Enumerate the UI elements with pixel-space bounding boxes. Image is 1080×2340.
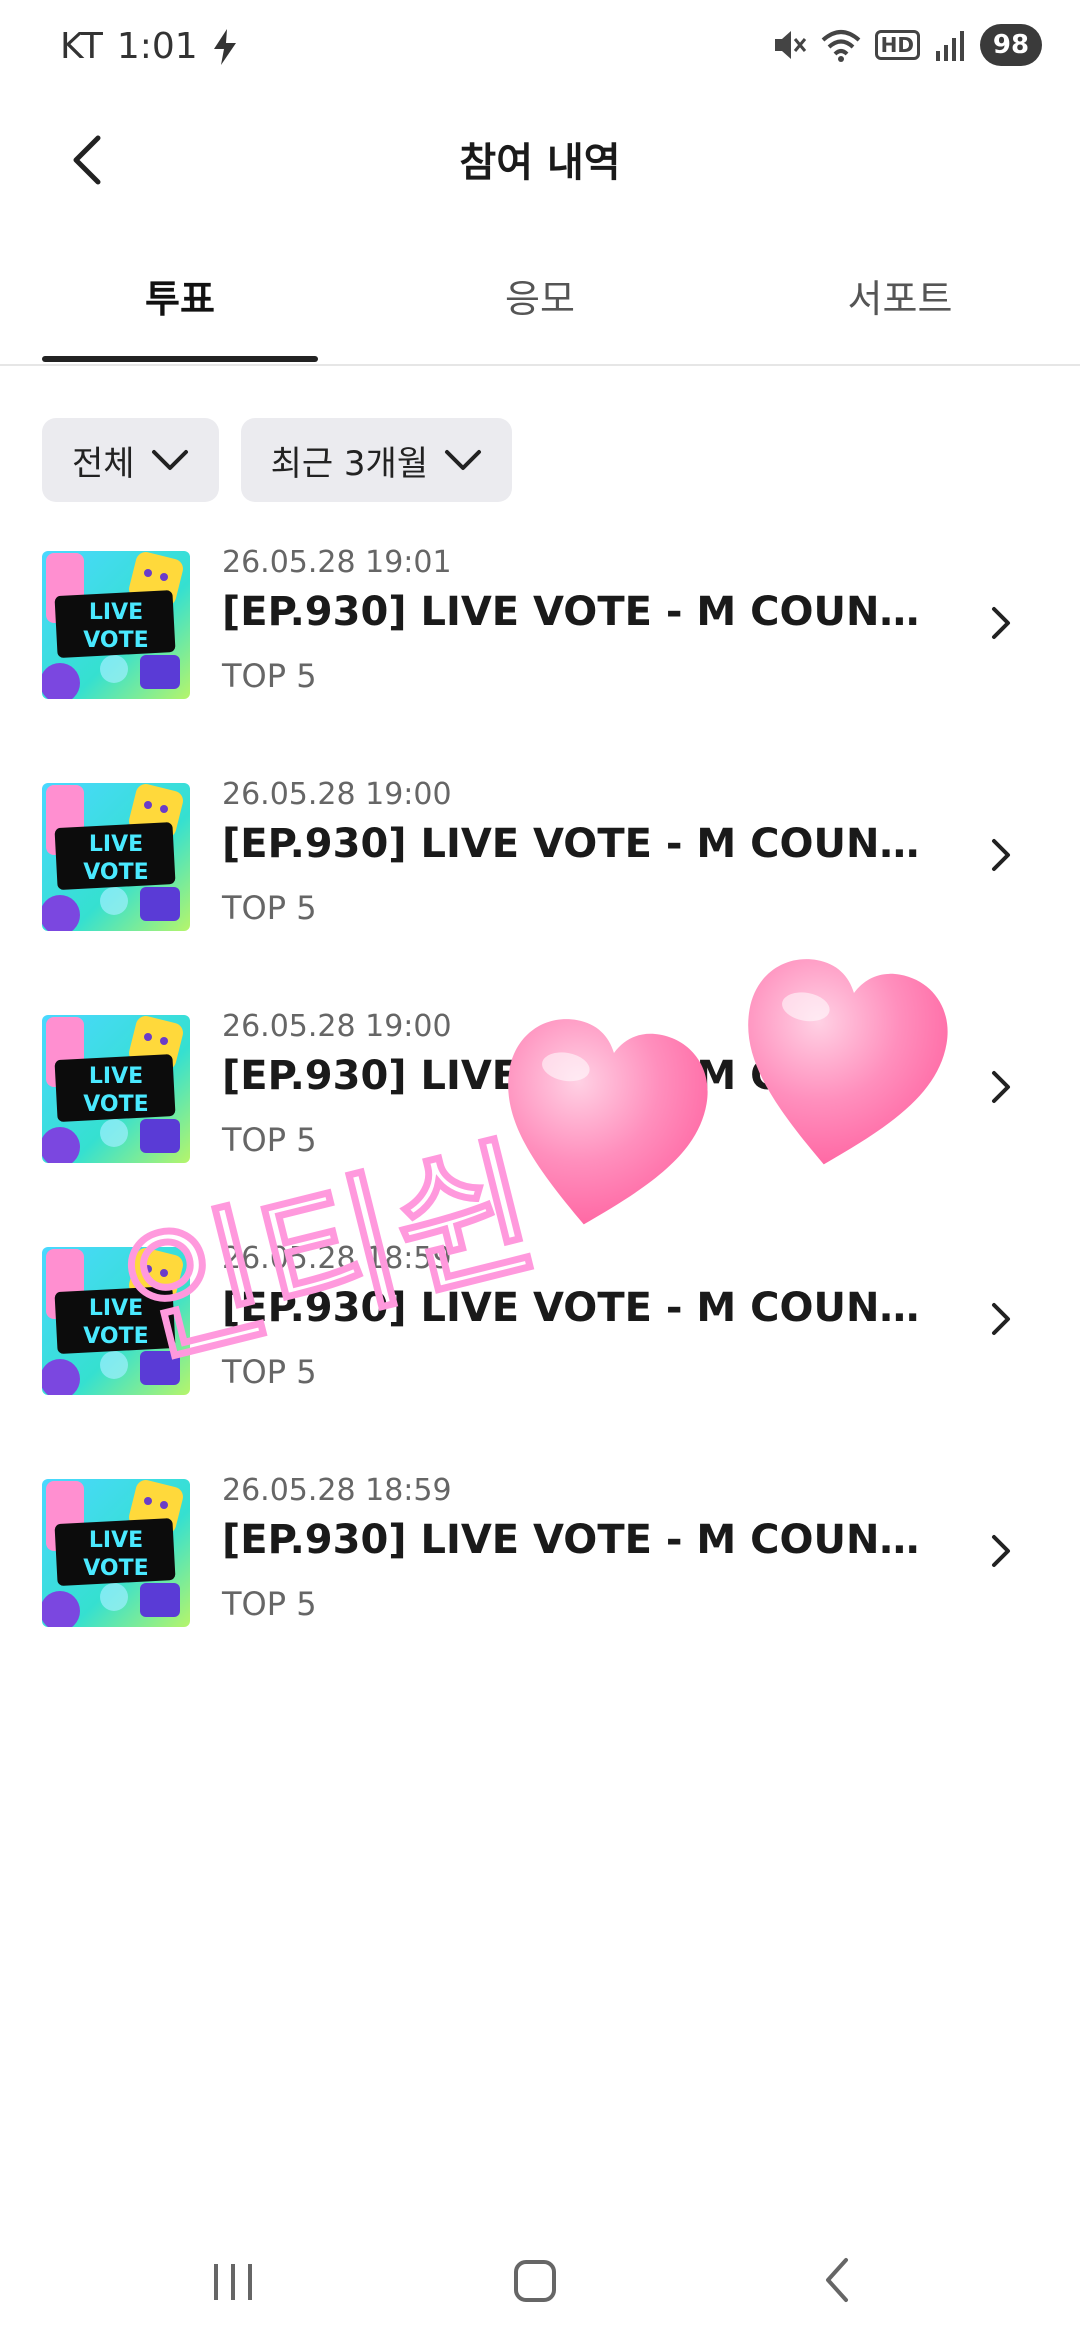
thumb-line2: VOTE bbox=[83, 860, 148, 885]
chevron-right-icon bbox=[992, 607, 1010, 639]
status-bar: KT 1:01 HD 98 bbox=[0, 0, 1080, 100]
mute-icon bbox=[774, 31, 806, 59]
list-item[interactable]: LIVE VOTE 26.05.28 18:59 [EP.930] LIVE V… bbox=[0, 1241, 1080, 1473]
live-vote-image: LIVE VOTE bbox=[42, 783, 190, 931]
chevron-down-icon bbox=[151, 450, 188, 470]
chevron-right-icon bbox=[992, 1071, 1010, 1103]
chevron-right-icon bbox=[992, 1535, 1010, 1567]
live-vote-image: LIVE VOTE bbox=[42, 1015, 190, 1163]
vote-date: 26.05.28 18:59 bbox=[222, 1473, 452, 1508]
vote-title: [EP.930] LIVE VOTE - M COUNTDOWN bbox=[222, 1053, 942, 1099]
home-icon bbox=[514, 2260, 556, 2302]
live-vote-image: LIVE VOTE bbox=[42, 1479, 190, 1627]
thumb-line1: LIVE bbox=[89, 1528, 143, 1553]
tab-vote[interactable]: 투표 bbox=[42, 268, 318, 323]
live-vote-image: LIVE VOTE bbox=[42, 1247, 190, 1395]
live-vote-thumbnail: LIVE VOTE bbox=[42, 551, 190, 699]
period-filter[interactable]: 최근 3개월 bbox=[240, 418, 513, 502]
recent-apps-icon bbox=[214, 2264, 252, 2300]
list-item[interactable]: LIVE VOTE 26.05.28 18:59 [EP.930] LIVE V… bbox=[0, 1473, 1080, 1705]
chevron-down-icon bbox=[445, 450, 482, 470]
vote-title: [EP.930] LIVE VOTE - M COUNTDOWN bbox=[222, 1517, 942, 1563]
carrier-label: KT bbox=[60, 26, 103, 67]
vote-date: 26.05.28 19:00 bbox=[222, 1009, 452, 1044]
vote-title: [EP.930] LIVE VOTE - M COUNTDOWN bbox=[222, 589, 942, 635]
list-item[interactable]: LIVE VOTE 26.05.28 19:00 [EP.930] LIVE V… bbox=[0, 1009, 1080, 1241]
thumb-line2: VOTE bbox=[83, 1324, 148, 1349]
vote-subtitle: TOP 5 bbox=[222, 889, 317, 927]
thumb-line1: LIVE bbox=[89, 600, 143, 625]
recent-apps-button[interactable] bbox=[198, 2250, 268, 2310]
filter-bar: 전체 최근 3개월 bbox=[42, 418, 513, 502]
hd-voice-icon: HD bbox=[874, 30, 920, 60]
chevron-right-icon bbox=[992, 1303, 1010, 1335]
category-filter[interactable]: 전체 bbox=[42, 418, 219, 502]
battery-indicator: 98 bbox=[980, 24, 1042, 66]
back-icon bbox=[826, 2258, 848, 2302]
vote-title: [EP.930] LIVE VOTE - M COUNTDOWN bbox=[222, 821, 942, 867]
vote-title: [EP.930] LIVE VOTE - M COUNTDOWN bbox=[222, 1285, 942, 1331]
live-vote-thumbnail: LIVE VOTE bbox=[42, 1015, 190, 1163]
vote-subtitle: TOP 5 bbox=[222, 1121, 317, 1159]
status-left: KT 1:01 bbox=[60, 26, 238, 67]
page-title: 참여 내역 bbox=[459, 140, 621, 186]
tab-bar: 투표 응모 서포트 bbox=[0, 250, 1080, 366]
thumb-line1: LIVE bbox=[89, 1064, 143, 1089]
list-item[interactable]: LIVE VOTE 26.05.28 19:01 [EP.930] LIVE V… bbox=[0, 545, 1080, 777]
vote-date: 26.05.28 19:01 bbox=[222, 545, 452, 580]
vote-subtitle: TOP 5 bbox=[222, 1585, 317, 1623]
period-filter-label: 최근 3개월 bbox=[270, 443, 429, 484]
header: 참여 내역 bbox=[0, 100, 1080, 220]
clock: 1:01 bbox=[116, 26, 198, 67]
vote-date: 26.05.28 18:59 bbox=[222, 1241, 452, 1276]
home-button[interactable] bbox=[500, 2250, 570, 2310]
thumb-line1: LIVE bbox=[89, 1296, 143, 1321]
vote-history-list: LIVE VOTE 26.05.28 19:01 [EP.930] LIVE V… bbox=[0, 545, 1080, 1705]
tab-entry[interactable]: 응모 bbox=[402, 268, 678, 323]
thumb-line2: VOTE bbox=[83, 628, 148, 653]
live-vote-thumbnail: LIVE VOTE bbox=[42, 1247, 190, 1395]
status-right: HD 98 bbox=[771, 24, 1042, 66]
thumb-line2: VOTE bbox=[83, 1556, 148, 1581]
signal-icon bbox=[936, 31, 964, 61]
chevron-right-icon bbox=[992, 839, 1010, 871]
wifi-icon bbox=[821, 30, 860, 62]
nav-back-button[interactable] bbox=[802, 2250, 872, 2310]
live-vote-thumbnail: LIVE VOTE bbox=[42, 783, 190, 931]
thumb-line2: VOTE bbox=[83, 1092, 148, 1117]
live-vote-image: LIVE VOTE bbox=[42, 551, 190, 699]
category-filter-label: 전체 bbox=[72, 443, 135, 484]
thumb-line1: LIVE bbox=[89, 832, 143, 857]
vote-date: 26.05.28 19:00 bbox=[222, 777, 452, 812]
active-tab-indicator bbox=[42, 356, 318, 362]
vote-subtitle: TOP 5 bbox=[222, 1353, 317, 1391]
vote-subtitle: TOP 5 bbox=[222, 657, 317, 695]
system-nav-bar bbox=[0, 2220, 1080, 2340]
tab-support[interactable]: 서포트 bbox=[762, 268, 1038, 323]
live-vote-thumbnail: LIVE VOTE bbox=[42, 1479, 190, 1627]
charging-icon bbox=[213, 28, 236, 65]
list-item[interactable]: LIVE VOTE 26.05.28 19:00 [EP.930] LIVE V… bbox=[0, 777, 1080, 1009]
